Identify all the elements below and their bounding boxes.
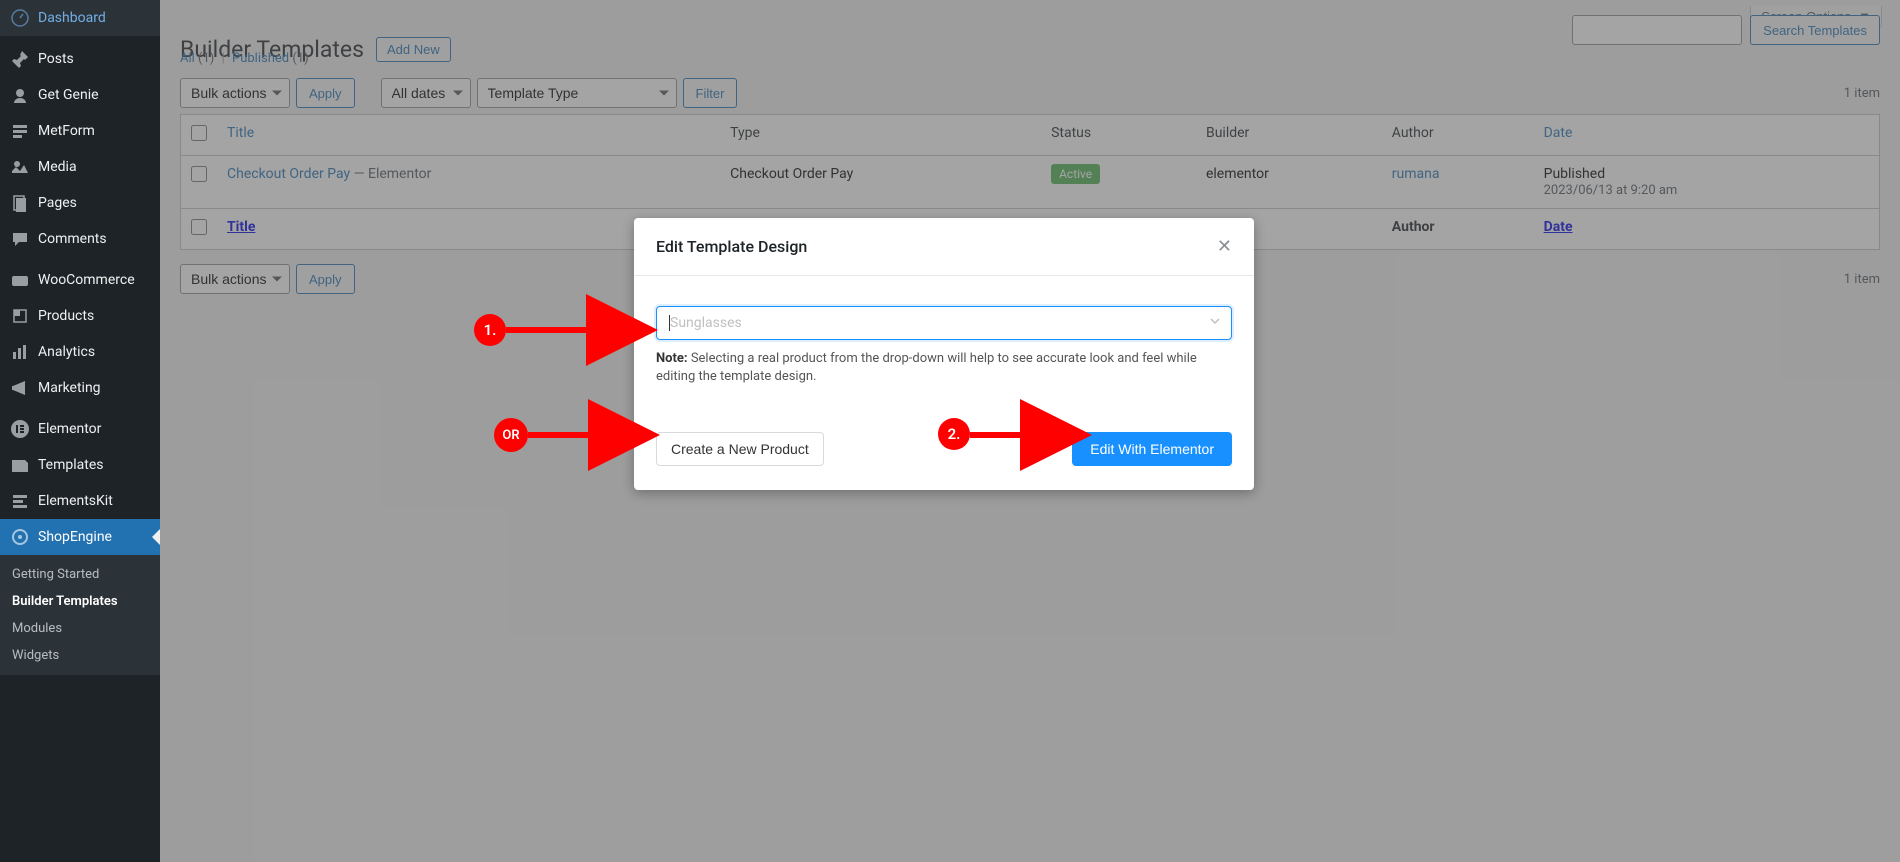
- sidebar-label: WooCommerce: [38, 272, 135, 288]
- sidebar-item-elementskit[interactable]: ElementsKit: [0, 483, 160, 519]
- sidebar-label: Templates: [38, 457, 104, 473]
- product-placeholder: Sunglasses: [670, 315, 742, 331]
- dashboard-icon: [10, 8, 30, 28]
- sidebar-item-posts[interactable]: Posts: [0, 41, 160, 77]
- pages-icon: [10, 193, 30, 213]
- sidebar-item-woocommerce[interactable]: WooCommerce: [0, 262, 160, 298]
- sidebar-item-products[interactable]: Products: [0, 298, 160, 334]
- sidebar-item-metform[interactable]: MetForm: [0, 113, 160, 149]
- main-content: Screen Options ▼ Builder Templates Add N…: [160, 0, 1900, 862]
- sidebar-item-get-genie[interactable]: Get Genie: [0, 77, 160, 113]
- pin-icon: [10, 49, 30, 69]
- sidebar-item-shopengine[interactable]: ShopEngine: [0, 519, 160, 555]
- sidebar-label: Comments: [38, 231, 107, 247]
- sidebar-item-marketing[interactable]: Marketing: [0, 370, 160, 406]
- sidebar-label: Analytics: [38, 344, 95, 360]
- admin-sidebar: Dashboard Posts Get Genie MetForm Media …: [0, 0, 160, 862]
- product-select-dropdown[interactable]: Sunglasses: [656, 306, 1232, 340]
- edit-template-modal: Edit Template Design ✕ Sunglasses Note: …: [634, 218, 1254, 490]
- sidebar-label: ElementsKit: [38, 493, 113, 509]
- woo-icon: [10, 270, 30, 290]
- chevron-down-icon: [1209, 315, 1221, 331]
- submenu-modules[interactable]: Modules: [0, 615, 160, 642]
- modal-close-button[interactable]: ✕: [1217, 236, 1232, 257]
- sidebar-item-dashboard[interactable]: Dashboard: [0, 0, 160, 36]
- sidebar-item-templates[interactable]: Templates: [0, 447, 160, 483]
- sidebar-item-media[interactable]: Media: [0, 149, 160, 185]
- marketing-icon: [10, 378, 30, 398]
- sidebar-item-analytics[interactable]: Analytics: [0, 334, 160, 370]
- elementskit-icon: [10, 491, 30, 511]
- comments-icon: [10, 229, 30, 249]
- sidebar-label: Get Genie: [38, 87, 99, 103]
- sidebar-label: Media: [38, 159, 77, 175]
- sidebar-item-comments[interactable]: Comments: [0, 221, 160, 257]
- sidebar-label: Elementor: [38, 421, 101, 437]
- media-icon: [10, 157, 30, 177]
- edit-with-elementor-button[interactable]: Edit With Elementor: [1072, 432, 1232, 466]
- sidebar-label: Posts: [38, 51, 74, 67]
- metform-icon: [10, 121, 30, 141]
- sidebar-label: Products: [38, 308, 94, 324]
- genie-icon: [10, 85, 30, 105]
- products-icon: [10, 306, 30, 326]
- analytics-icon: [10, 342, 30, 362]
- submenu-widgets[interactable]: Widgets: [0, 642, 160, 669]
- templates-icon: [10, 455, 30, 475]
- submenu-builder-templates[interactable]: Builder Templates: [0, 588, 160, 615]
- shopengine-icon: [10, 527, 30, 547]
- sidebar-label: ShopEngine: [38, 529, 112, 545]
- elementor-icon: [10, 419, 30, 439]
- sidebar-label: MetForm: [38, 123, 95, 139]
- sidebar-item-pages[interactable]: Pages: [0, 185, 160, 221]
- sidebar-label: Dashboard: [38, 10, 106, 26]
- shopengine-submenu: Getting Started Builder Templates Module…: [0, 555, 160, 675]
- sidebar-item-elementor[interactable]: Elementor: [0, 411, 160, 447]
- create-new-product-button[interactable]: Create a New Product: [656, 432, 824, 466]
- sidebar-label: Marketing: [38, 380, 101, 396]
- sidebar-label: Pages: [38, 195, 77, 211]
- note-text: Note: Selecting a real product from the …: [656, 350, 1232, 386]
- close-icon: ✕: [1217, 236, 1232, 256]
- modal-title: Edit Template Design: [656, 237, 807, 256]
- submenu-getting-started[interactable]: Getting Started: [0, 561, 160, 588]
